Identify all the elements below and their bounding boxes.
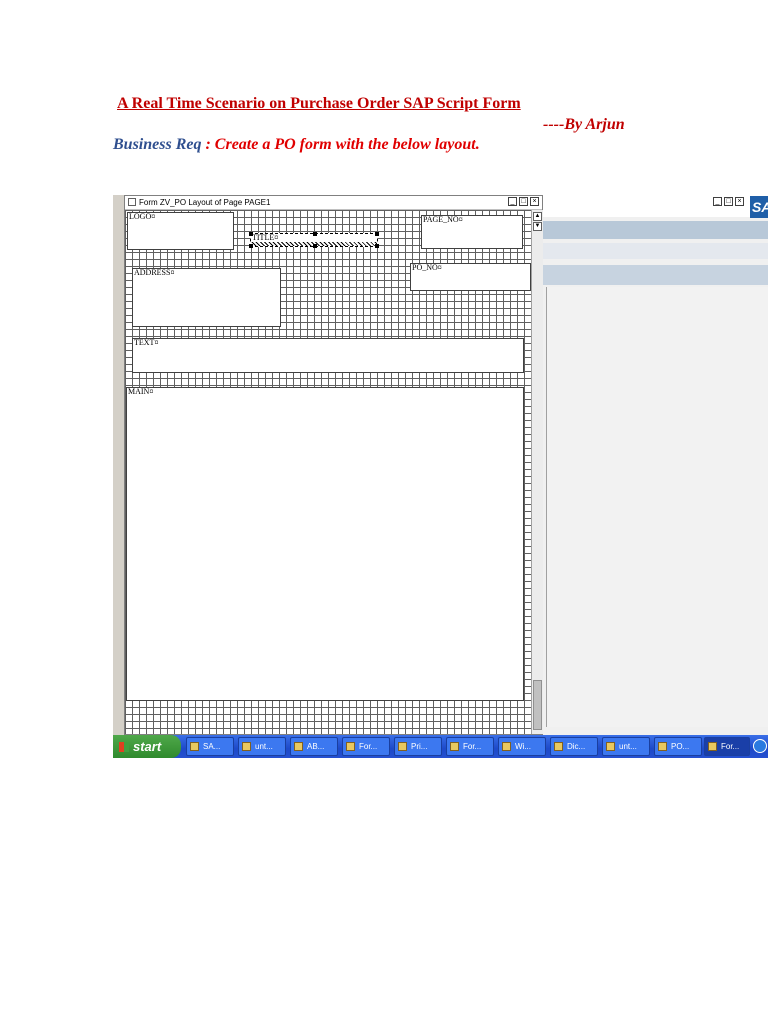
taskbar-item[interactable]: Dic... [550,737,598,756]
app-icon [346,742,355,751]
scroll-up-icon[interactable]: ▲ [533,212,542,221]
app-icon [658,742,667,751]
document-author: ----By Arjun [543,116,625,133]
business-label: Business Req [113,136,202,153]
minimize-icon[interactable]: _ [508,197,517,206]
taskbar-item[interactable]: unt... [238,737,286,756]
scroll-thumb[interactable] [533,680,542,730]
window-address-label: ADDRESS¤ [134,268,175,277]
start-label: start [133,739,162,754]
background-content-area [546,287,768,727]
window-logo-label: LOGO¤ [129,212,156,221]
window-page-no-label: PAGE_NO¤ [423,215,463,224]
form-painter-title: Form ZV_PO Layout of Page PAGE1 [139,198,271,207]
form-painter-window-controls: _ □ × [508,197,539,206]
window-po-no[interactable]: PO_NO¤ [410,263,531,291]
background-toolbar [543,221,768,239]
window-text-label: TEXT¤ [134,338,159,347]
business-text: : Create a PO form with the below layout… [201,136,480,153]
taskbar-item[interactable]: Wi... [498,737,546,756]
resize-handle[interactable] [313,232,317,236]
app-icon [190,742,199,751]
taskbar: start SA... unt... AB... For... Pri... F… [113,735,768,758]
window-icon [128,198,136,206]
scroll-down-icon[interactable]: ▼ [533,222,542,231]
business-requirement: Business Req : Create a PO form with the… [113,136,480,154]
window-page-no[interactable]: PAGE_NO¤ [421,215,523,249]
background-app-toolbar [543,265,768,285]
background-title-band [543,243,768,259]
app-icon [294,742,303,751]
background-window-controls: _ □ × [713,197,744,206]
sap-screenshot: _ □ × SA Form ZV_PO Layout of Page PAGE1… [113,195,768,758]
app-icon [708,742,717,751]
taskbar-item[interactable]: PO... [654,737,702,756]
app-icon [606,742,615,751]
taskbar-item[interactable]: For... [342,737,390,756]
window-main[interactable]: MAIN¤ [126,387,524,701]
taskbar-item[interactable]: Pri... [394,737,442,756]
app-icon [450,742,459,751]
vertical-scrollbar[interactable]: ▲ ▼ [531,210,543,734]
close-icon[interactable]: × [735,197,744,206]
resize-handle[interactable] [249,232,253,236]
app-icon [242,742,251,751]
window-po-no-label: PO_NO¤ [412,263,442,272]
app-icon [502,742,511,751]
app-icon [554,742,563,751]
layout-grid[interactable]: LOGO¤ TITLE¤ PAGE_NO¤ ADDRESS¤ PO_NO¤ TE… [125,210,531,734]
sap-logo: SA [750,196,768,218]
window-address[interactable]: ADDRESS¤ [132,268,281,327]
close-icon[interactable]: × [530,197,539,206]
window-title[interactable]: TITLE¤ [249,232,379,248]
minimize-icon[interactable]: _ [713,197,722,206]
window-main-label: MAIN¤ [128,387,154,396]
window-text[interactable]: TEXT¤ [132,338,524,373]
resize-handle[interactable] [375,232,379,236]
taskbar-item[interactable]: unt... [602,737,650,756]
form-painter-window: Form ZV_PO Layout of Page PAGE1 _ □ × LO… [124,195,543,735]
form-painter-titlebar[interactable]: Form ZV_PO Layout of Page PAGE1 _ □ × [125,196,542,210]
app-icon [398,742,407,751]
system-tray-icon[interactable] [753,739,767,753]
windows-flag-icon [119,742,129,752]
taskbar-item[interactable]: AB... [290,737,338,756]
start-button[interactable]: start [113,735,181,758]
maximize-icon[interactable]: □ [519,197,528,206]
document-title: A Real Time Scenario on Purchase Order S… [117,95,521,112]
maximize-icon[interactable]: □ [724,197,733,206]
resize-handle[interactable] [313,244,317,248]
window-logo[interactable]: LOGO¤ [127,212,234,250]
resize-handle[interactable] [249,244,253,248]
taskbar-item[interactable]: SA... [186,737,234,756]
taskbar-item[interactable]: For... [446,737,494,756]
resize-handle[interactable] [375,244,379,248]
taskbar-item-active[interactable]: For... [704,737,750,756]
